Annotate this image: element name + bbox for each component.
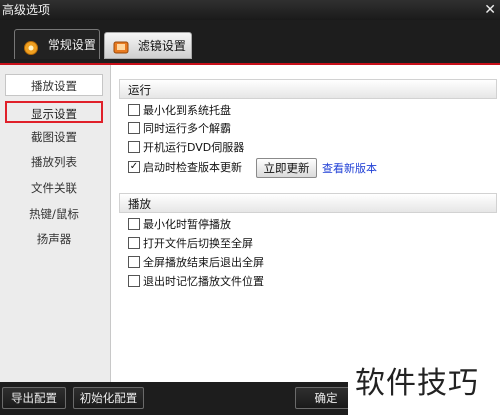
option-label: 最小化时暂停播放 <box>143 218 231 231</box>
sidebar-item-hotkeys[interactable]: 热键/鼠标 <box>5 203 103 225</box>
update-now-button[interactable]: 立即更新 <box>256 158 317 178</box>
sidebar-item-speaker[interactable]: 扬声器 <box>5 228 103 250</box>
sidebar-item-playback[interactable]: 播放设置 <box>5 74 103 96</box>
checkbox-checked[interactable]: ✓ <box>128 161 140 173</box>
gear-icon <box>23 37 39 55</box>
option-run-dvd-server[interactable]: 开机运行DVD伺服器 <box>128 140 244 156</box>
option-check-updates[interactable]: ✓ 启动时检查版本更新 <box>128 160 242 176</box>
checkbox[interactable] <box>128 237 140 249</box>
section-header-run: 运行 <box>119 79 497 99</box>
close-icon[interactable]: ✕ <box>484 0 496 20</box>
tab-label: 常规设置 <box>47 38 96 52</box>
sidebar-item-playlist[interactable]: 播放列表 <box>5 151 103 173</box>
option-fullscreen-on-open[interactable]: 打开文件后切换至全屏 <box>128 236 253 252</box>
option-label: 同时运行多个解霸 <box>143 122 231 135</box>
filter-icon <box>113 38 129 54</box>
sidebar-item-file-association[interactable]: 文件关联 <box>5 177 103 199</box>
tab-label: 滤镜设置 <box>137 39 186 53</box>
option-minimize-to-tray[interactable]: 最小化到系统托盘 <box>128 103 231 119</box>
tab-general-settings[interactable]: 常规设置 <box>14 29 100 59</box>
checkbox[interactable] <box>128 218 140 230</box>
checkbox[interactable] <box>128 275 140 287</box>
option-label: 退出时记忆播放文件位置 <box>143 275 264 288</box>
reset-config-button[interactable]: 初始化配置 <box>73 387 144 409</box>
option-label: 开机运行DVD伺服器 <box>143 141 245 154</box>
export-config-button[interactable]: 导出配置 <box>2 387 66 409</box>
option-remember-position[interactable]: 退出时记忆播放文件位置 <box>128 274 264 290</box>
tab-filter-settings[interactable]: 滤镜设置 <box>104 32 192 59</box>
option-label: 启动时检查版本更新 <box>143 161 242 174</box>
window-title: 高级选项 <box>2 3 51 17</box>
option-label: 全屏播放结束后退出全屏 <box>143 256 264 269</box>
option-multiple-instances[interactable]: 同时运行多个解霸 <box>128 121 231 137</box>
option-label: 最小化到系统托盘 <box>143 104 231 117</box>
option-exit-fullscreen-on-end[interactable]: 全屏播放结束后退出全屏 <box>128 255 264 271</box>
sidebar-item-display[interactable]: 显示设置 <box>5 101 103 123</box>
checkbox[interactable] <box>128 141 140 153</box>
watermark-text: 软件技巧 <box>355 366 479 401</box>
tab-strip: 常规设置 滤镜设置 <box>0 20 500 64</box>
settings-panel: 运行 最小化到系统托盘 同时运行多个解霸 开机运行DVD伺服器 ✓ 启动时检查版本… <box>111 65 500 382</box>
option-pause-on-minimize[interactable]: 最小化时暂停播放 <box>128 217 231 233</box>
section-header-play: 播放 <box>119 193 497 213</box>
checkbox[interactable] <box>128 256 140 268</box>
view-new-version-link[interactable]: 查看新版本 <box>322 160 377 176</box>
sidebar: 播放设置 显示设置 截图设置 播放列表 文件关联 热键/鼠标 扬声器 <box>0 65 111 382</box>
checkbox[interactable] <box>128 104 140 116</box>
checkbox[interactable] <box>128 122 140 134</box>
title-bar: 高级选项 ✕ <box>0 0 500 20</box>
sidebar-item-screenshot[interactable]: 截图设置 <box>5 126 103 148</box>
option-label: 打开文件后切换至全屏 <box>143 237 253 250</box>
